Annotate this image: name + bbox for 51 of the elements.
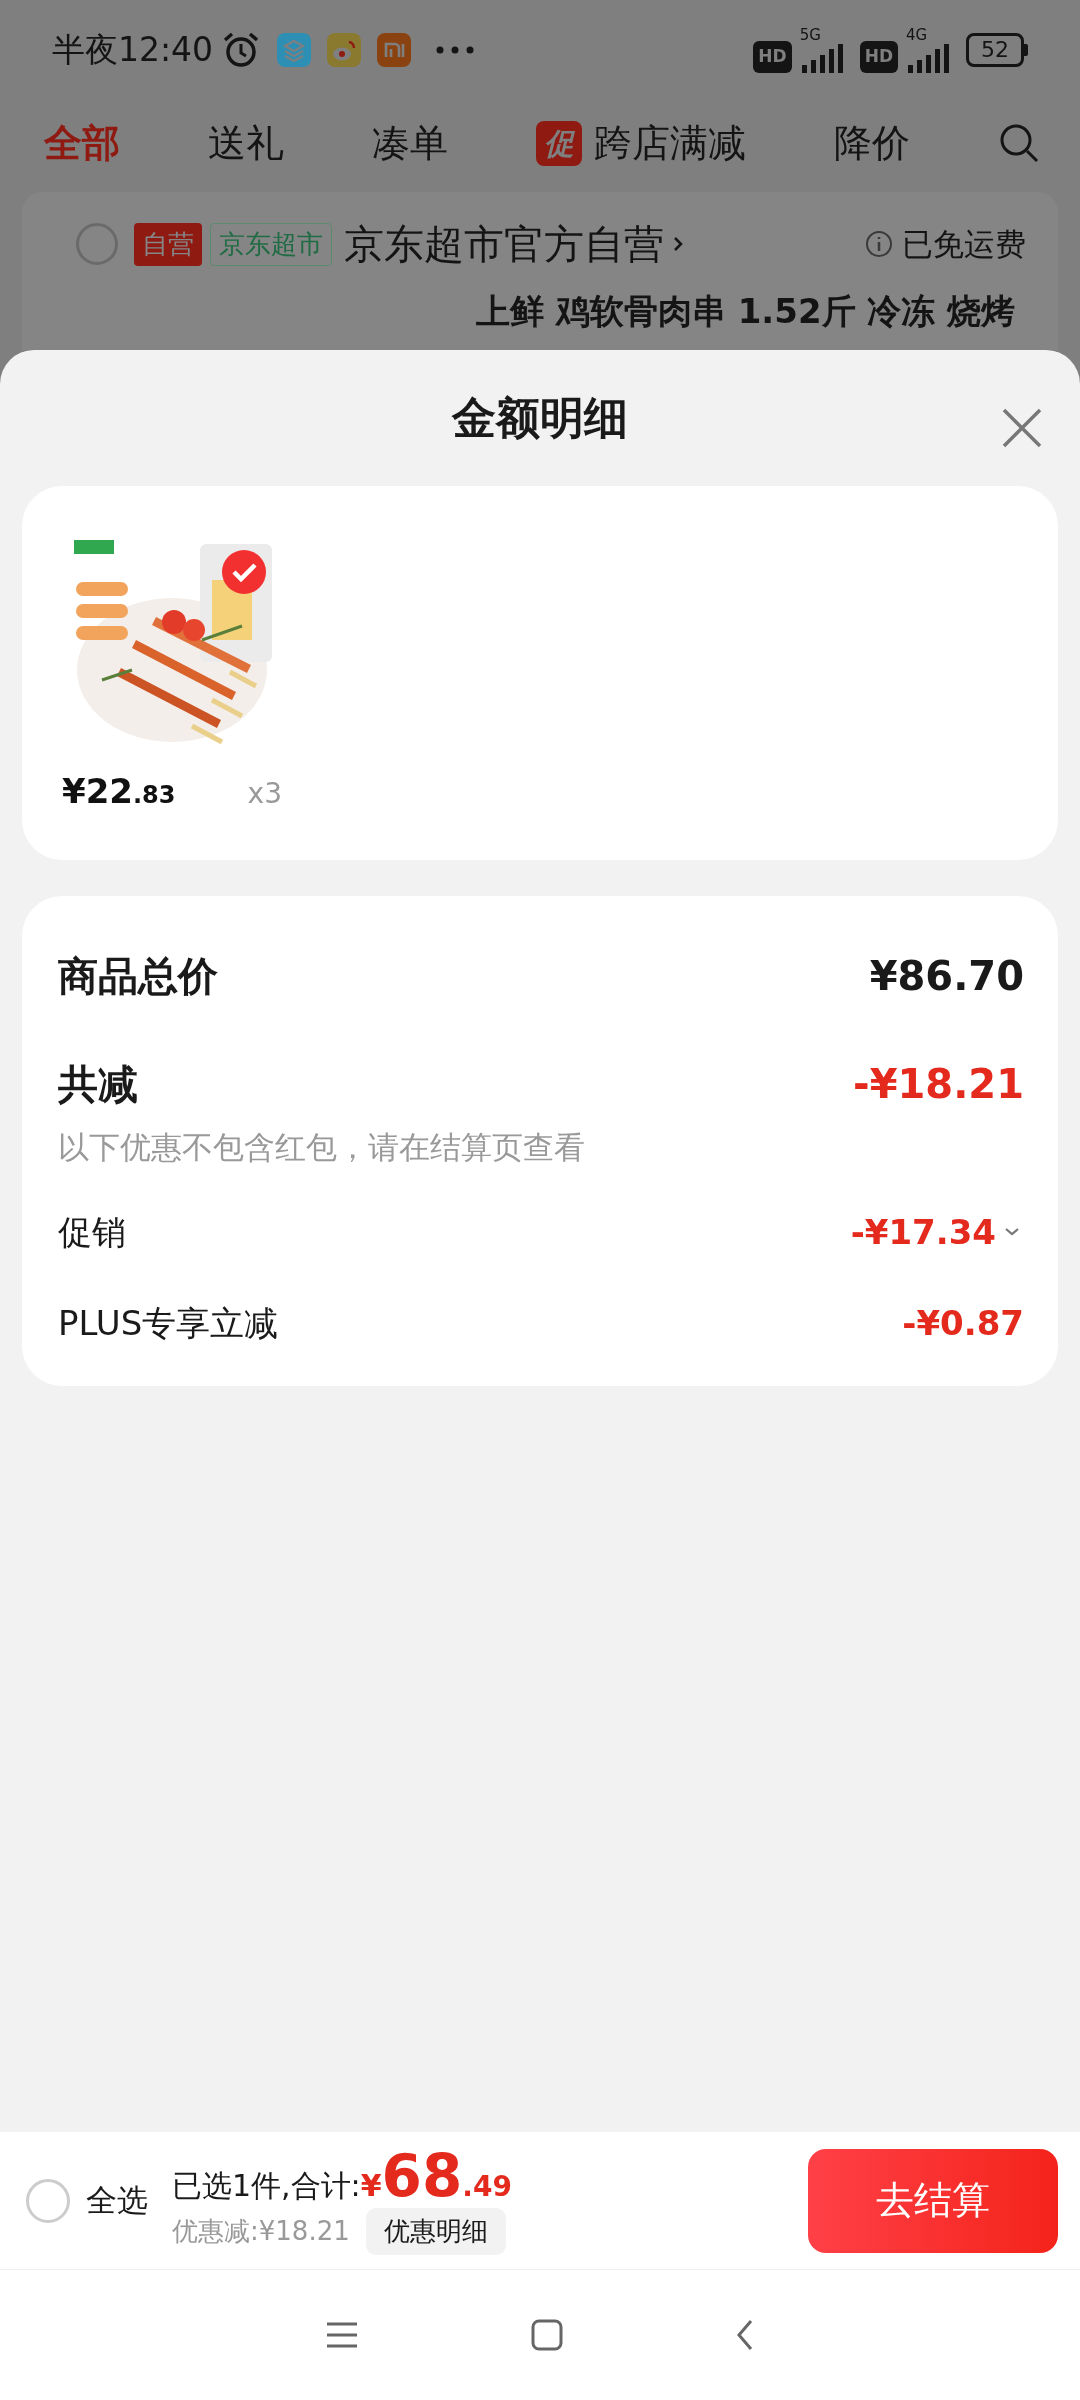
network-type: 5G <box>799 27 822 43</box>
home-square-icon[interactable] <box>531 2319 563 2351</box>
eye-app-icon <box>327 33 362 67</box>
category-tab[interactable]: 凑单 <box>372 114 448 172</box>
network-type: 4G <box>906 27 929 43</box>
info-icon <box>864 229 894 259</box>
layers-app-icon <box>277 33 312 67</box>
store-checkbox[interactable] <box>76 223 118 265</box>
more-dots-icon <box>435 45 476 55</box>
discount-label: 促销 <box>58 1210 126 1254</box>
category-tab[interactable]: 跨店满减 <box>594 114 746 172</box>
checkout-button[interactable]: 去结算 <box>808 2148 1058 2253</box>
summary-label: 商品总价 <box>58 952 218 1001</box>
signal-icon <box>799 42 844 73</box>
back-icon[interactable] <box>735 2319 754 2351</box>
product-title[interactable]: 上鲜 鸡软骨肉串 1.52斤 冷冻 烧烤 <box>476 286 1016 337</box>
store-tag: 京东超市 <box>210 222 332 266</box>
selected-summary: 已选1件,合计: <box>172 2166 361 2205</box>
discount-value: -¥0.87 <box>902 1301 1024 1345</box>
select-all-checkbox[interactable] <box>26 2178 70 2223</box>
search-icon[interactable] <box>998 122 1040 164</box>
close-icon <box>1000 406 1044 450</box>
shipping-status: 已免运费 <box>902 224 1026 264</box>
signal-icon <box>906 42 950 73</box>
battery-indicator: 52 <box>966 33 1024 67</box>
clock-time: 半夜12:40 <box>52 29 214 72</box>
app-square-icon <box>377 33 412 67</box>
discount-label: PLUS专享立减 <box>58 1301 279 1345</box>
sheet-title: 金额明细 <box>452 391 628 445</box>
select-all-label[interactable]: 全选 <box>86 2177 148 2224</box>
chevron-down-icon[interactable] <box>1004 1227 1020 1237</box>
summary-value: -¥18.21 <box>853 1060 1024 1109</box>
hd-badge: HD <box>753 41 792 73</box>
discount-total: 优惠减:¥18.21 <box>172 2214 350 2248</box>
promo-badge: 促 <box>536 120 582 166</box>
hd-badge: HD <box>859 41 898 73</box>
discount-value: -¥17.34 <box>850 1210 996 1254</box>
summary-value: ¥86.70 <box>869 952 1024 1001</box>
item-quantity: x3 <box>247 776 282 812</box>
store-tag: 自营 <box>134 222 202 266</box>
store-name[interactable]: 京东超市官方自营 <box>344 214 664 274</box>
summary-label: 共减 <box>58 1060 138 1109</box>
battery-tip <box>1024 44 1028 56</box>
menu-icon[interactable] <box>326 2322 359 2348</box>
discount-details-button[interactable]: 优惠明细 <box>365 2207 506 2255</box>
item-price: ¥22.83 <box>62 770 176 813</box>
category-tab[interactable]: 送礼 <box>208 114 284 172</box>
discount-note: 以下优惠不包含红包，请在结算页查看 <box>58 1128 586 1167</box>
total-price: ¥68.49 <box>360 2146 512 2208</box>
category-tab[interactable]: 降价 <box>834 114 910 172</box>
checkmark-badge-icon[interactable] <box>222 550 266 594</box>
